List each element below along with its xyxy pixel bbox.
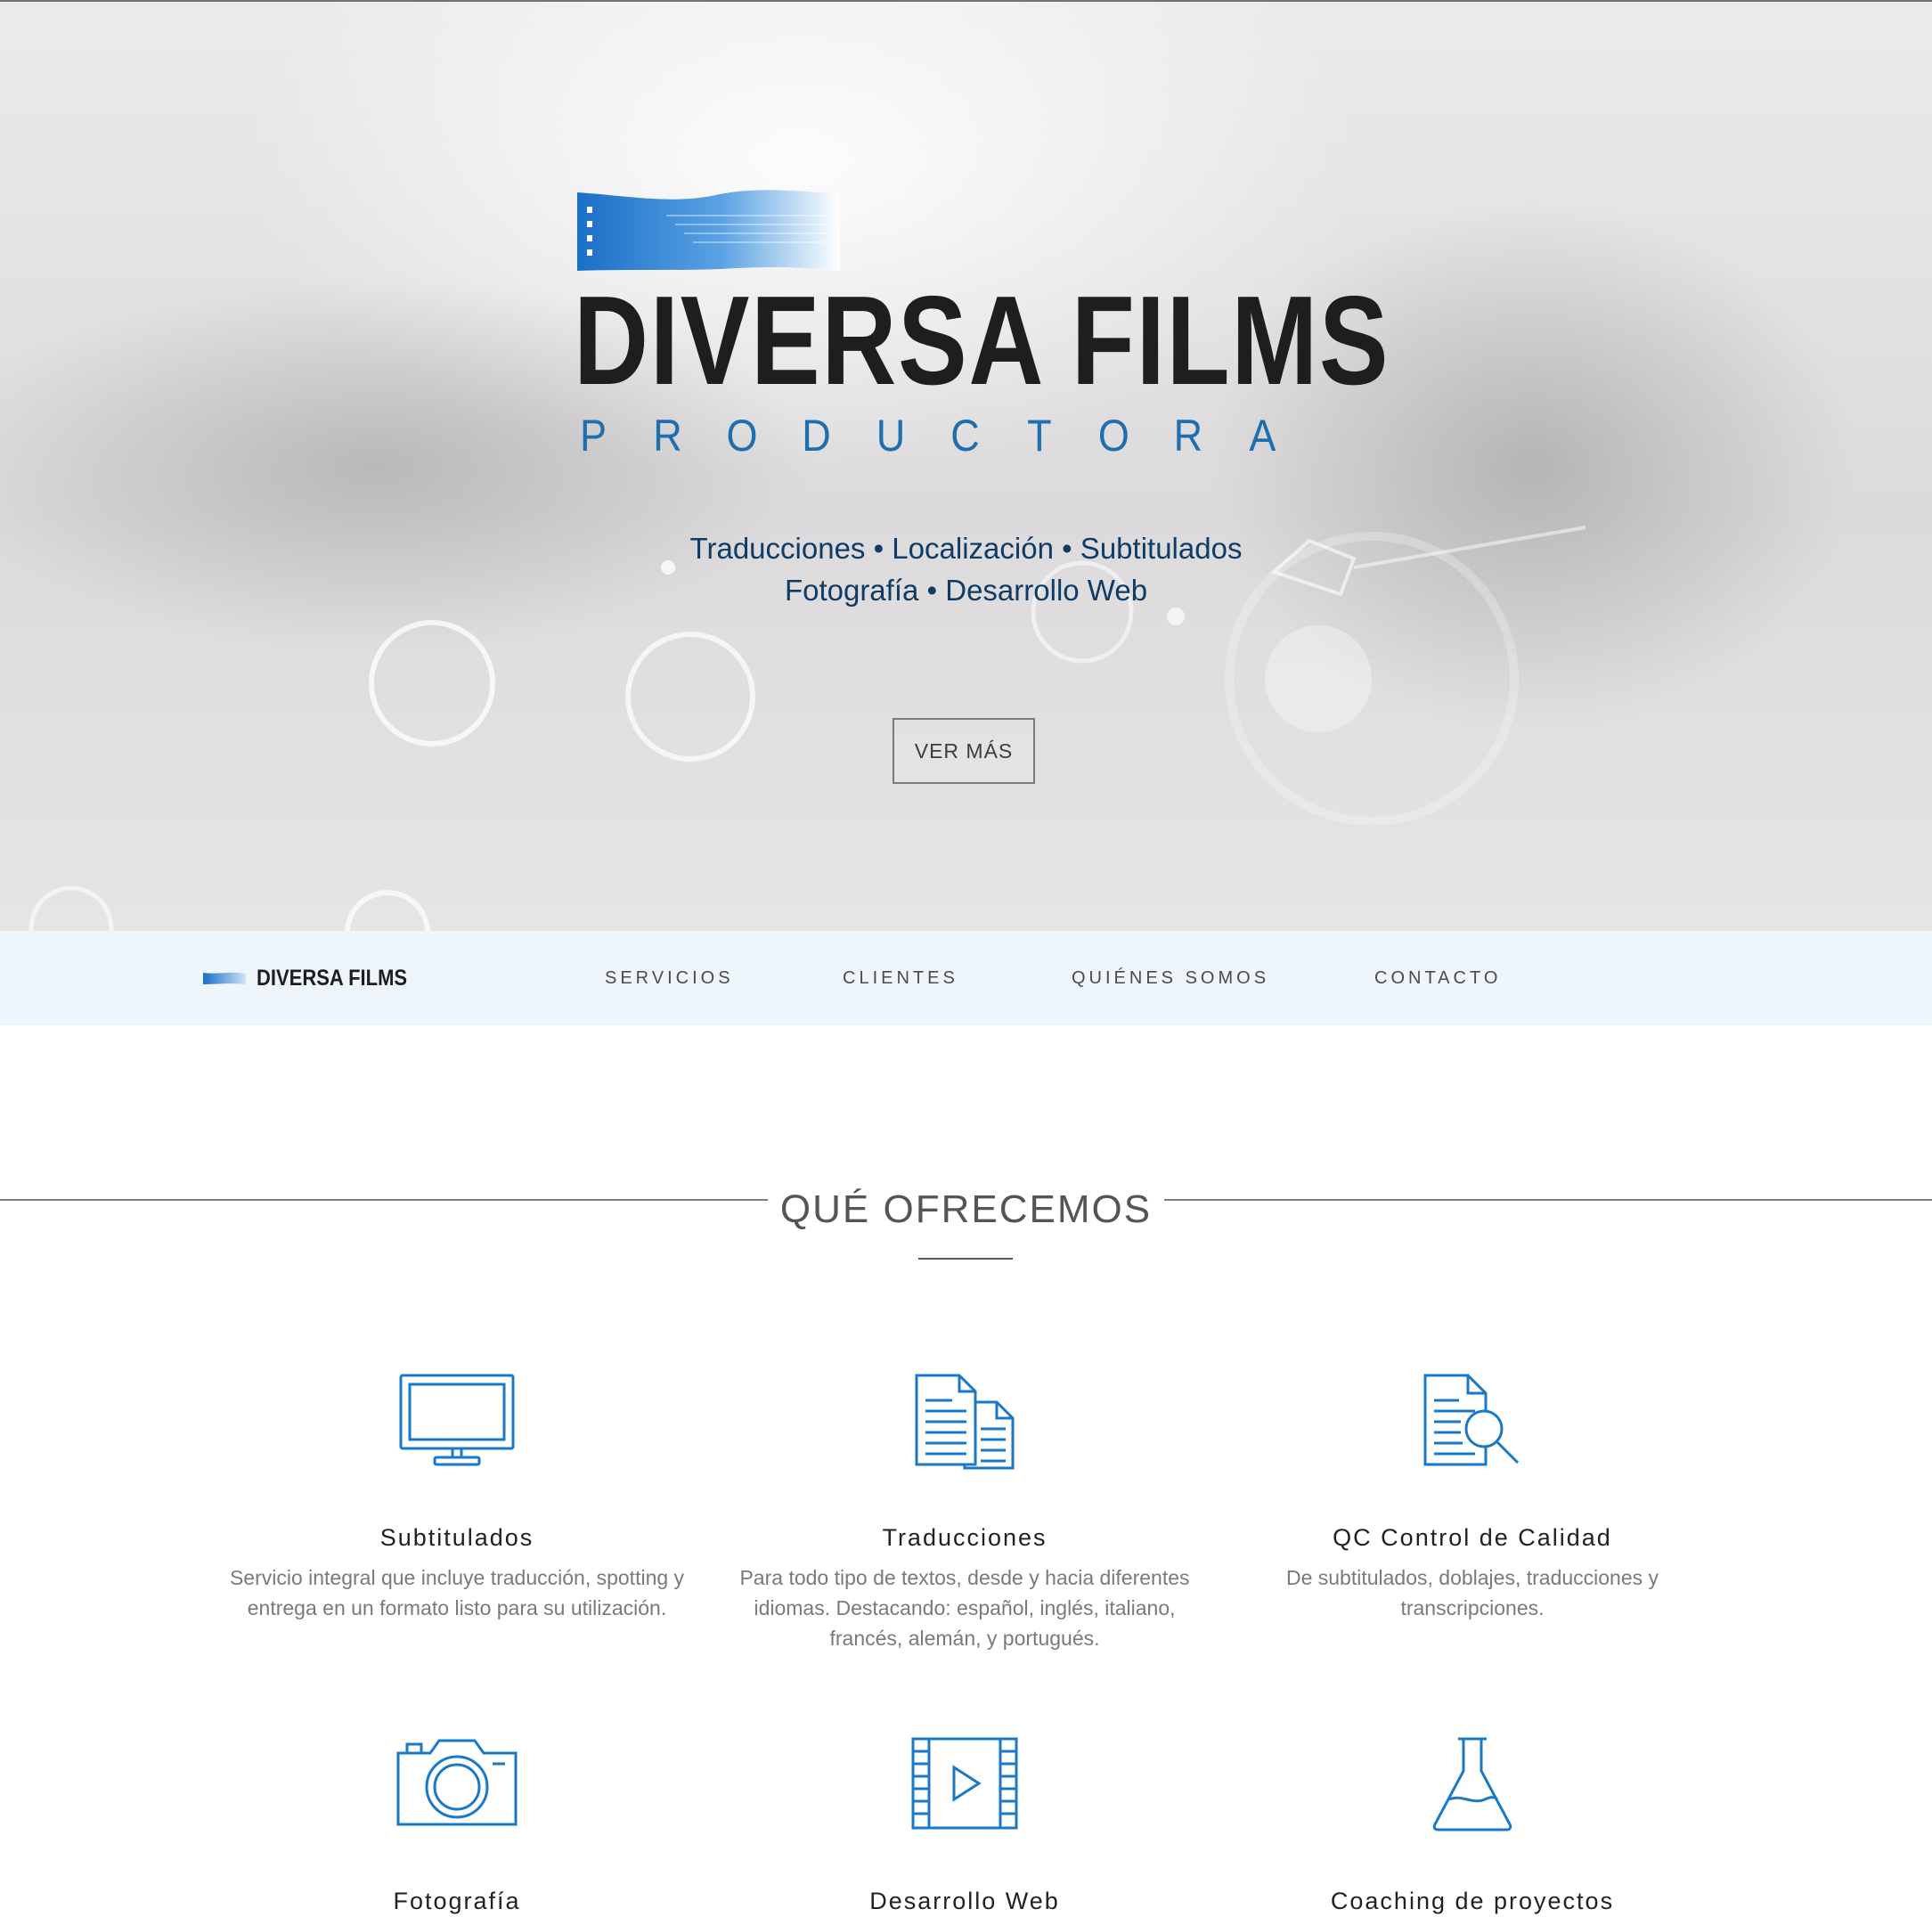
hero-tagline-line2: Fotografía • Desarrollo Web — [784, 574, 1148, 607]
document-search-icon — [1232, 1372, 1713, 1479]
service-description: Para todo tipo de textos, desde y hacia … — [739, 1566, 1190, 1650]
service-description: De subtitulados, doblajes, traducciones … — [1285, 1566, 1659, 1619]
camera-icon — [216, 1735, 697, 1842]
brand-subtitle-letter: C — [950, 411, 980, 461]
documents-icon — [724, 1372, 1205, 1479]
ver-mas-button[interactable]: VER MÁS — [893, 718, 1035, 784]
brand-subtitle-letter: R — [653, 411, 682, 461]
nav-item-quienes-somos[interactable]: QUIÉNES SOMOS — [1072, 967, 1269, 990]
brand-subtitle-letter: U — [876, 411, 906, 461]
brand-subtitle-letter: R — [1173, 411, 1203, 461]
brand-subtitle-letter: O — [1097, 411, 1129, 461]
service-title: Fotografía — [393, 1888, 521, 1914]
film-strip-logo-icon — [577, 190, 840, 271]
hero-section: DIVERSA FILMS P R O D U C T O R A Traduc… — [0, 0, 1932, 931]
brand-subtitle-letter: A — [1249, 411, 1276, 461]
video-film-icon — [724, 1735, 1205, 1842]
nav-item-servicios[interactable]: SERVICIOS — [605, 967, 734, 990]
service-title: Desarrollo Web — [869, 1888, 1060, 1914]
title-underline — [918, 1258, 1013, 1260]
flask-icon — [1232, 1735, 1713, 1842]
film-strip-small-icon — [203, 972, 246, 984]
hero-tagline-line1: Traducciones • Localización • Subtitulad… — [689, 532, 1243, 565]
brand-subtitle-letter: P — [579, 411, 607, 461]
service-description: Servicio integral que incluye traducción… — [229, 1566, 685, 1619]
nav-logo[interactable]: DIVERSA FILMS — [203, 967, 417, 990]
hero-logo: DIVERSA FILMS P R O D U C T O R A — [574, 189, 1390, 460]
brand-subtitle: P R O D U C T O R A — [577, 412, 1279, 460]
brand-name: DIVERSA FILMS — [574, 270, 1390, 412]
section-title: QUÉ OFRECEMOS — [0, 1185, 1932, 1235]
nav-logo-text: DIVERSA FILMS — [257, 966, 408, 991]
section-title-text: QUÉ OFRECEMOS — [767, 1187, 1165, 1231]
nav-item-clientes[interactable]: CLIENTES — [843, 967, 958, 990]
service-title: Traducciones — [882, 1524, 1048, 1551]
brand-subtitle-letter: D — [802, 411, 831, 461]
main-navbar: DIVERSA FILMS SERVICIOS CLIENTES QUIÉNES… — [0, 931, 1932, 1025]
service-title: Coaching de proyectos — [1330, 1888, 1615, 1914]
hero-background-image — [29, 526, 1586, 931]
monitor-icon — [216, 1372, 697, 1479]
service-title: Subtitulados — [379, 1524, 534, 1551]
nav-item-contacto[interactable]: CONTACTO — [1374, 967, 1501, 990]
service-title: QC Control de Calidad — [1333, 1524, 1612, 1551]
brand-subtitle-letter: O — [726, 411, 758, 461]
brand-subtitle-letter: T — [1027, 411, 1052, 461]
